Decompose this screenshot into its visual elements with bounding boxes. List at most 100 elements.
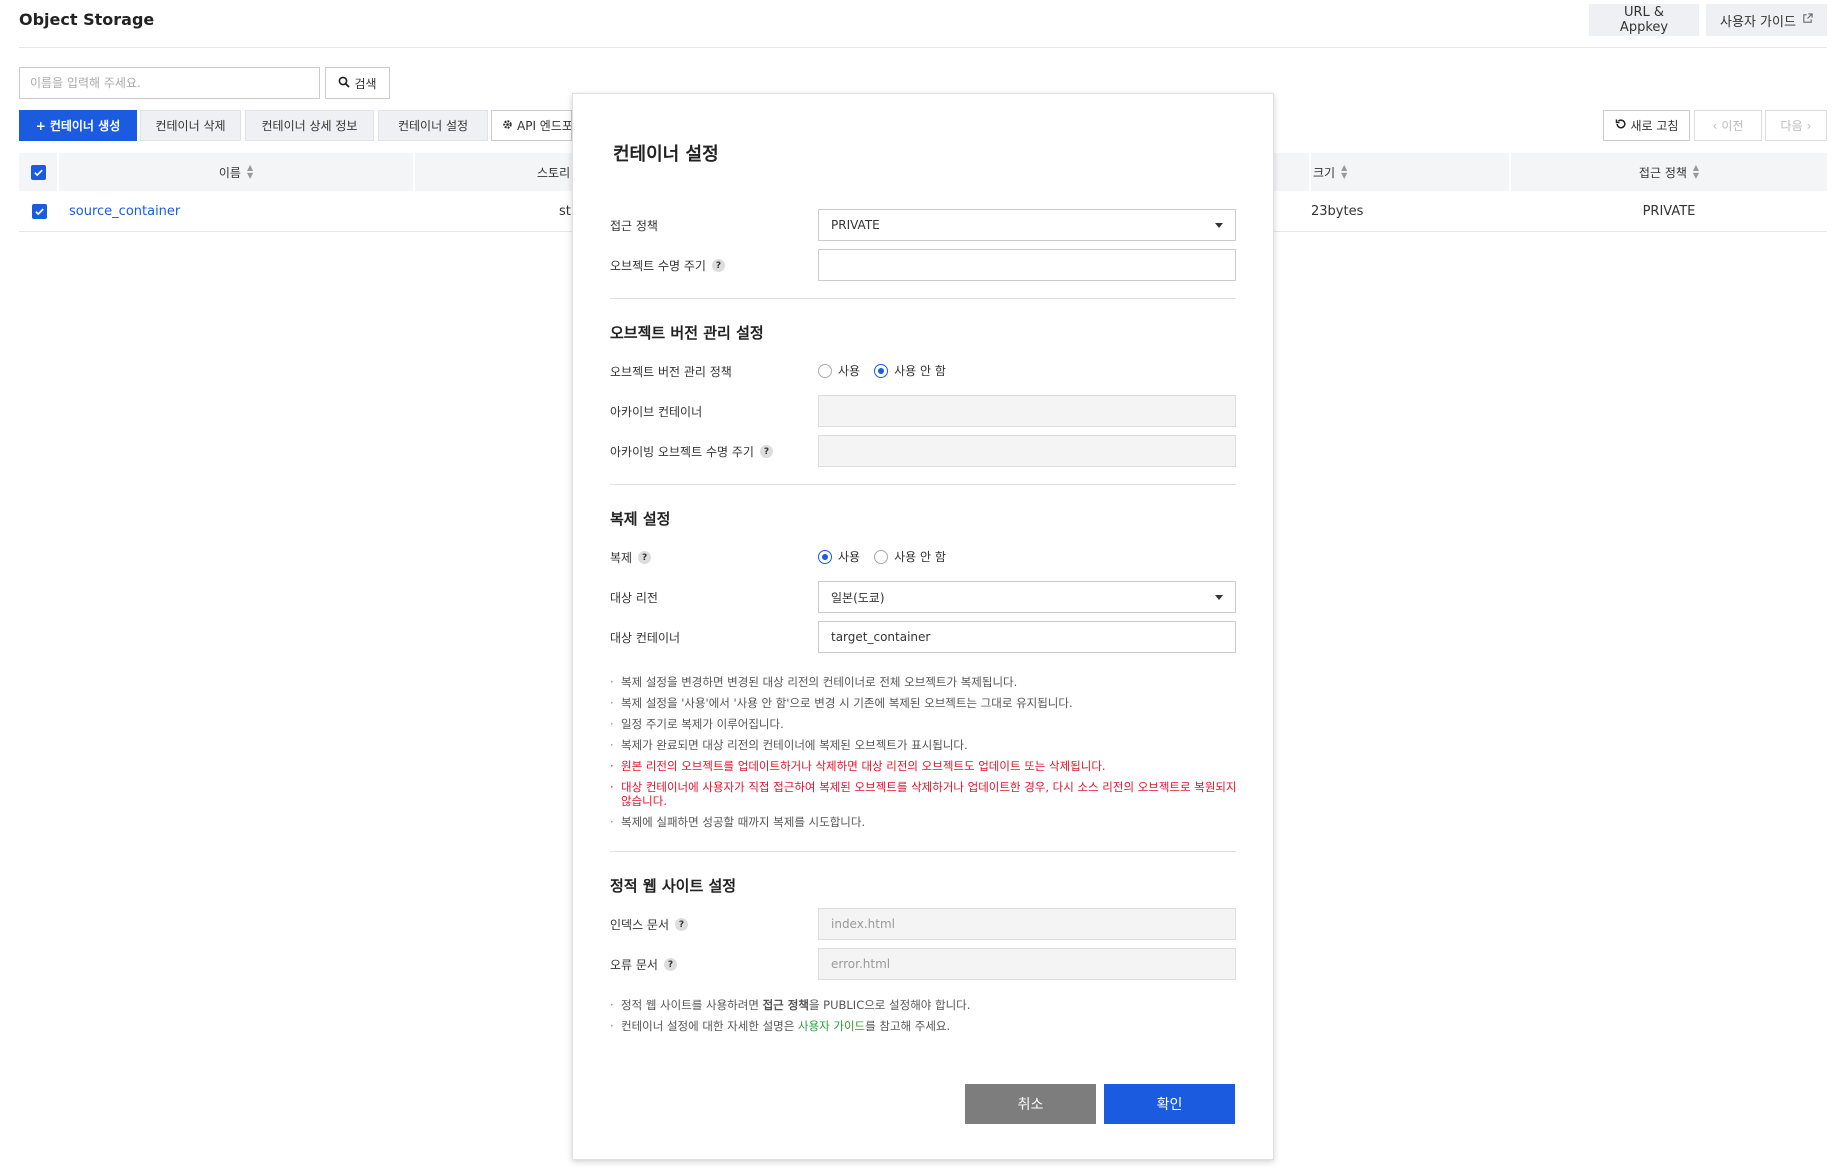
replication-radio-group: 사용 사용 안 함 bbox=[818, 548, 946, 565]
refresh-label: 새로 고침 bbox=[1630, 119, 1679, 133]
target-region-select[interactable]: 일본(도쿄) bbox=[818, 581, 1236, 613]
column-size[interactable]: 크기 ▲ ▼ bbox=[1311, 153, 1511, 191]
prev-page-button[interactable]: ‹ 이전 bbox=[1694, 110, 1762, 141]
website-section-title: 정적 웹 사이트 설정 bbox=[610, 877, 737, 895]
radio-circle bbox=[818, 363, 832, 378]
caret-down-icon bbox=[1215, 594, 1223, 600]
external-link-icon bbox=[1802, 12, 1813, 28]
replication-not-use-label: 사용 안 함 bbox=[894, 550, 946, 564]
chevron-left-icon: ‹ bbox=[1712, 118, 1718, 133]
select-all-checkbox[interactable] bbox=[30, 164, 46, 180]
replication-not-use-radio[interactable]: 사용 안 함 bbox=[874, 548, 946, 565]
note-item: 복제가 완료되면 대상 리전의 컨테이너에 복제된 오브젝트가 표시됩니다. bbox=[610, 738, 1240, 752]
note-item: 컨테이너 설정에 대한 자세한 설명은 사용자 가이드를 참고해 주세요. bbox=[610, 1019, 1240, 1033]
target-container-label: 대상 컨테이너 bbox=[610, 631, 681, 645]
divider bbox=[610, 484, 1236, 485]
api-endpoint-label: API 엔드포 bbox=[517, 119, 572, 133]
row-checkbox[interactable] bbox=[31, 203, 47, 219]
help-icon[interactable]: ? bbox=[638, 551, 652, 564]
access-policy-value: PRIVATE bbox=[831, 218, 880, 232]
divider bbox=[610, 298, 1236, 299]
versioning-use-radio[interactable]: 사용 bbox=[818, 362, 860, 379]
note-item: 복제에 실패하면 성공할 때까지 복제를 시도합니다. bbox=[610, 815, 1240, 829]
replication-label-text: 복제 bbox=[610, 551, 633, 565]
lifecycle-label: 오브젝트 수명 주기 ? bbox=[610, 257, 725, 274]
help-icon[interactable]: ? bbox=[675, 918, 689, 931]
search-button-label: 검색 bbox=[354, 76, 377, 91]
versioning-not-use-label: 사용 안 함 bbox=[894, 364, 946, 378]
next-page-button[interactable]: 다음 › bbox=[1765, 110, 1827, 141]
sort-icon: ▲ ▼ bbox=[1692, 163, 1700, 180]
sort-icon: ▲ ▼ bbox=[246, 163, 254, 180]
user-guide-link[interactable]: 사용자 가이드 bbox=[798, 1019, 865, 1033]
refresh-button[interactable]: 새로 고침 bbox=[1603, 110, 1690, 141]
row-size-cell: 23bytes bbox=[1311, 203, 1364, 219]
error-doc-label: 오류 문서 ? bbox=[610, 956, 677, 973]
lifecycle-label-text: 오브젝트 수명 주기 bbox=[610, 259, 706, 273]
note-text: 를 참고해 주세요. bbox=[865, 1019, 951, 1033]
versioning-use-label: 사용 bbox=[838, 364, 861, 378]
help-icon[interactable]: ? bbox=[759, 445, 773, 458]
lifecycle-input[interactable] bbox=[818, 249, 1236, 281]
archive-lifecycle-label: 아카이빙 오브젝트 수명 주기 ? bbox=[610, 443, 773, 460]
warning-note-item: 대상 컨테이너에 사용자가 직접 접근하여 복제된 오브젝트를 삭제하거나 업데… bbox=[610, 780, 1240, 808]
access-policy-select[interactable]: PRIVATE bbox=[818, 209, 1236, 241]
column-access-policy-label: 접근 정책 bbox=[1638, 165, 1687, 180]
website-notes: 정적 웹 사이트를 사용하려면 접근 정책을 PUBLIC으로 설정해야 합니다… bbox=[610, 998, 1240, 1040]
create-container-button[interactable]: + 컨테이너 생성 bbox=[19, 110, 137, 141]
versioning-not-use-radio[interactable]: 사용 안 함 bbox=[874, 362, 946, 379]
column-size-label: 크기 bbox=[1313, 165, 1336, 180]
container-name-link[interactable]: source_container bbox=[69, 204, 180, 219]
archive-container-input bbox=[818, 395, 1236, 427]
index-doc-label: 인덱스 문서 ? bbox=[610, 916, 689, 933]
help-icon[interactable]: ? bbox=[711, 259, 725, 272]
cancel-button[interactable]: 취소 bbox=[965, 1084, 1096, 1124]
note-item: 정적 웹 사이트를 사용하려면 접근 정책을 PUBLIC으로 설정해야 합니다… bbox=[610, 998, 1240, 1012]
access-policy-label: 접근 정책 bbox=[610, 219, 658, 233]
target-container-input[interactable]: target_container bbox=[818, 621, 1236, 653]
radio-circle bbox=[874, 549, 889, 564]
archive-lifecycle-input bbox=[818, 435, 1236, 467]
index-doc-input[interactable]: index.html bbox=[818, 908, 1236, 940]
note-text: 정적 웹 사이트를 사용하려면 bbox=[621, 998, 763, 1012]
note-item: 복제 설정을 '사용'에서 '사용 안 함'으로 변경 시 기존에 복제된 오브… bbox=[610, 696, 1240, 710]
note-text: 을 PUBLIC으로 설정해야 합니다. bbox=[808, 998, 971, 1012]
next-page-label: 다음 bbox=[1780, 119, 1803, 133]
error-doc-input[interactable]: error.html bbox=[818, 948, 1236, 980]
index-doc-label-text: 인덱스 문서 bbox=[610, 918, 670, 932]
versioning-policy-label: 오브젝트 버전 관리 정책 bbox=[610, 365, 732, 379]
create-container-label: 컨테이너 생성 bbox=[49, 119, 121, 133]
target-region-value: 일본(도쿄) bbox=[831, 590, 885, 605]
chevron-right-icon: › bbox=[1806, 118, 1812, 133]
archive-lifecycle-label-text: 아카이빙 오브젝트 수명 주기 bbox=[610, 445, 754, 459]
note-item: 일정 주기로 복제가 이루어집니다. bbox=[610, 717, 1240, 731]
archive-container-label: 아카이브 컨테이너 bbox=[610, 405, 703, 419]
page-header: Object Storage URL & Appkey 사용자 가이드 bbox=[19, 0, 1827, 48]
note-item: 복제 설정을 변경하면 변경된 대상 리전의 컨테이너로 전체 오브젝트가 복제… bbox=[610, 675, 1240, 689]
delete-container-button[interactable]: 컨테이너 삭제 bbox=[140, 110, 241, 141]
search-button[interactable]: 검색 bbox=[325, 67, 390, 99]
api-endpoint-button[interactable]: API 엔드포 bbox=[491, 110, 572, 141]
confirm-button[interactable]: 확인 bbox=[1104, 1084, 1235, 1124]
replication-use-radio[interactable]: 사용 bbox=[818, 548, 860, 565]
container-settings-button[interactable]: 컨테이너 설정 bbox=[378, 110, 488, 141]
note-bold-text: 접근 정책 bbox=[762, 998, 809, 1012]
row-checkbox-cell bbox=[19, 203, 59, 219]
page-title: Object Storage bbox=[19, 10, 155, 29]
column-access-policy[interactable]: 접근 정책 ▲ ▼ bbox=[1511, 153, 1827, 191]
column-name[interactable]: 이름 ▲ ▼ bbox=[59, 153, 415, 191]
url-appkey-button[interactable]: URL & Appkey bbox=[1589, 4, 1699, 36]
container-settings-modal: 컨테이너 설정 접근 정책 PRIVATE 오브젝트 수명 주기 ? 오브젝트 … bbox=[572, 93, 1274, 1160]
versioning-radio-group: 사용 사용 안 함 bbox=[818, 362, 946, 379]
refresh-icon bbox=[1615, 118, 1627, 133]
help-icon[interactable]: ? bbox=[663, 958, 677, 971]
search-input[interactable] bbox=[19, 67, 320, 99]
column-storage-label: 스토리 bbox=[537, 165, 571, 180]
replication-use-label: 사용 bbox=[838, 550, 861, 564]
radio-circle-selected bbox=[874, 363, 889, 378]
plus-icon: + bbox=[35, 118, 46, 133]
radio-circle-selected bbox=[818, 549, 832, 564]
container-detail-button[interactable]: 컨테이너 상세 정보 bbox=[245, 110, 374, 141]
user-guide-button[interactable]: 사용자 가이드 bbox=[1706, 4, 1827, 36]
divider bbox=[610, 851, 1236, 852]
